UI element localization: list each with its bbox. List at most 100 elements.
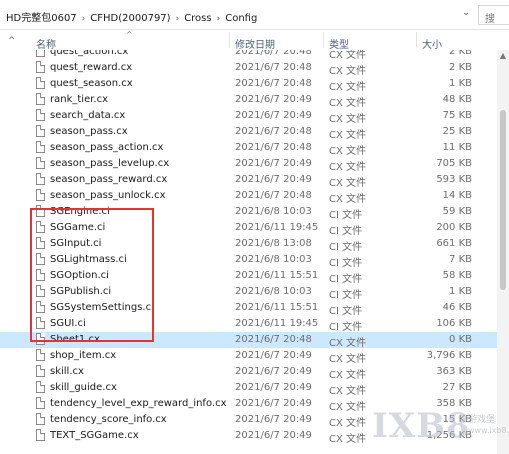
file-modified-date: 2021/6/7 20:49 bbox=[235, 174, 312, 185]
file-size: 1 KB bbox=[449, 286, 472, 297]
file-row[interactable]: SGOption.ci 2021/6/11 15:51 CI 文件 58 KB bbox=[0, 268, 509, 285]
file-modified-date: 2021/6/7 20:49 bbox=[235, 110, 312, 121]
file-modified-date: 2021/6/11 19:45 bbox=[235, 318, 319, 329]
file-modified-date: 2021/6/7 20:48 bbox=[235, 126, 312, 137]
file-name: SGInput.ci bbox=[50, 238, 102, 249]
file-name: quest_action.cx bbox=[50, 50, 129, 57]
breadcrumb-item-cfhd[interactable]: CFHD(2000797) bbox=[90, 13, 170, 24]
file-name: SGGame.ci bbox=[50, 222, 106, 233]
file-modified-date: 2021/6/7 20:49 bbox=[235, 158, 312, 169]
file-row[interactable]: SGEngine.ci 2021/6/8 10:03 CI 文件 59 KB bbox=[0, 204, 509, 221]
file-row[interactable]: season_pass_action.cx 2021/6/7 20:48 CX 文件… bbox=[0, 140, 509, 157]
file-type: CX 文件 bbox=[329, 370, 367, 381]
scroll-up-arrow-icon[interactable]: ▲ bbox=[497, 50, 509, 62]
column-header-size[interactable]: 大小 bbox=[422, 36, 442, 51]
file-size: 2 KB bbox=[449, 50, 472, 57]
file-icon bbox=[36, 77, 45, 89]
file-type: CI 文件 bbox=[329, 226, 363, 237]
file-type: CX 文件 bbox=[329, 98, 367, 109]
file-name: SGLightmass.ci bbox=[50, 254, 127, 265]
file-name: season_pass.cx bbox=[50, 126, 128, 137]
file-name: SGEngine.ci bbox=[50, 206, 110, 217]
file-name: SGSystemSettings.ci bbox=[50, 302, 154, 313]
file-row[interactable]: quest_reward.cx 2021/6/7 20:48 CX 文件 2 KB bbox=[0, 60, 509, 77]
file-size: 593 KB bbox=[436, 174, 472, 185]
file-icon bbox=[36, 189, 45, 201]
file-type: CX 文件 bbox=[329, 338, 367, 349]
file-row[interactable]: quest_season.cx 2021/6/7 20:48 CX 文件 1 KB bbox=[0, 76, 509, 93]
file-row[interactable]: SGUI.ci 2021/6/11 19:45 CI 文件 106 KB bbox=[0, 316, 509, 333]
file-rows: quest_action.cx 2021/6/7 20:48 CX 文件 2 KB qu… bbox=[0, 50, 509, 454]
file-type: CX 文件 bbox=[329, 162, 367, 173]
file-size: 1 KB bbox=[449, 78, 472, 89]
file-size: 27 KB bbox=[442, 382, 472, 393]
file-size: 2 KB bbox=[449, 62, 472, 73]
column-header-type[interactable]: 类型 bbox=[329, 36, 349, 51]
file-name: season_pass_action.cx bbox=[50, 142, 164, 153]
file-row[interactable]: Sheet1.cx 2021/6/7 20:48 CX 文件 0 KB bbox=[0, 332, 509, 349]
column-header-date[interactable]: 修改日期 bbox=[235, 36, 275, 51]
file-row[interactable]: shop_item.cx 2021/6/7 20:49 CX 文件 3,796 KB bbox=[0, 348, 509, 365]
file-type: CX 文件 bbox=[329, 418, 367, 429]
column-divider[interactable] bbox=[229, 32, 230, 48]
file-modified-date: 2021/6/7 20:49 bbox=[235, 430, 312, 441]
file-type: CI 文件 bbox=[329, 274, 363, 285]
file-row[interactable]: SGGame.ci 2021/6/11 19:45 CI 文件 200 KB bbox=[0, 220, 509, 237]
file-row[interactable]: SGLightmass.ci 2021/6/8 10:03 CI 文件 7 KB bbox=[0, 252, 509, 269]
file-row[interactable]: skill.cx 2021/6/7 20:49 CX 文件 363 KB bbox=[0, 364, 509, 381]
file-name: season_pass_levelup.cx bbox=[50, 158, 170, 169]
scrollbar-thumb[interactable] bbox=[500, 110, 506, 290]
file-size: 661 KB bbox=[436, 238, 472, 249]
file-icon bbox=[36, 429, 45, 441]
file-type: CX 文件 bbox=[329, 66, 367, 77]
file-row[interactable]: season_pass_reward.cx 2021/6/7 20:49 CX 文件… bbox=[0, 172, 509, 189]
file-row[interactable]: season_pass_levelup.cx 2021/6/7 20:49 CX 文… bbox=[0, 156, 509, 173]
file-row[interactable]: skill_guide.cx 2021/6/7 20:49 CX 文件 27 KB bbox=[0, 380, 509, 397]
file-icon bbox=[36, 397, 45, 409]
breadcrumb-item-cross[interactable]: Cross bbox=[184, 13, 211, 24]
vertical-scrollbar[interactable]: ▲ bbox=[497, 50, 509, 454]
file-icon bbox=[36, 237, 45, 249]
address-bar[interactable]: HD完整包0607 › CFHD(2000797) › Cross › Config ⌄ 搜 bbox=[0, 0, 509, 30]
file-icon bbox=[36, 109, 45, 121]
file-size: 58 KB bbox=[442, 270, 472, 281]
file-icon bbox=[36, 141, 45, 153]
sort-ascending-icon: ^ bbox=[126, 30, 133, 39]
breadcrumb-item-config[interactable]: Config bbox=[225, 13, 257, 24]
file-row[interactable]: rank_tier.cx 2021/6/7 20:49 CX 文件 48 KB bbox=[0, 92, 509, 109]
breadcrumb: HD完整包0607 › CFHD(2000797) › Cross › Config bbox=[6, 9, 257, 24]
navigate-up-icon[interactable]: ^ bbox=[8, 36, 16, 46]
file-type: CI 文件 bbox=[329, 242, 363, 253]
search-input[interactable]: 搜 bbox=[478, 5, 509, 25]
file-size: 25 KB bbox=[442, 126, 472, 137]
search-placeholder: 搜 bbox=[485, 14, 495, 25]
column-divider[interactable] bbox=[323, 32, 324, 48]
file-type: CX 文件 bbox=[329, 194, 367, 205]
breadcrumb-separator-icon: › bbox=[216, 14, 221, 24]
file-modified-date: 2021/6/11 19:45 bbox=[235, 222, 319, 233]
file-name: rank_tier.cx bbox=[50, 94, 109, 105]
file-row[interactable]: search_data.cx 2021/6/7 20:49 CX 文件 75 KB bbox=[0, 108, 509, 125]
file-icon bbox=[36, 317, 45, 329]
file-name: shop_item.cx bbox=[50, 350, 117, 361]
file-modified-date: 2021/6/7 20:49 bbox=[235, 414, 312, 425]
file-modified-date: 2021/6/8 10:03 bbox=[235, 286, 312, 297]
file-row[interactable]: season_pass_unlock.cx 2021/6/7 20:48 CX 文件… bbox=[0, 188, 509, 205]
address-history-chevron-icon[interactable]: ⌄ bbox=[460, 8, 472, 22]
file-row[interactable]: season_pass.cx 2021/6/7 20:48 CX 文件 25 KB bbox=[0, 124, 509, 141]
file-modified-date: 2021/6/7 20:48 bbox=[235, 190, 312, 201]
breadcrumb-item-hd[interactable]: HD完整包0607 bbox=[6, 13, 77, 24]
file-type: CI 文件 bbox=[329, 210, 363, 221]
file-row[interactable]: quest_action.cx 2021/6/7 20:48 CX 文件 2 KB bbox=[0, 50, 509, 61]
file-size: 363 KB bbox=[436, 366, 472, 377]
file-size: 3,796 KB bbox=[426, 350, 472, 361]
file-icon bbox=[36, 253, 45, 265]
column-header-name[interactable]: 名称 bbox=[36, 36, 56, 51]
file-name: quest_season.cx bbox=[50, 78, 133, 89]
file-icon bbox=[36, 93, 45, 105]
file-row[interactable]: SGInput.ci 2021/6/8 13:08 CI 文件 661 KB bbox=[0, 236, 509, 253]
column-divider[interactable] bbox=[416, 32, 417, 48]
file-row[interactable]: SGSystemSettings.ci 2021/6/11 15:51 CI 文件 4… bbox=[0, 300, 509, 317]
file-icon bbox=[36, 269, 45, 281]
file-row[interactable]: SGPublish.ci 2021/6/8 10:03 CI 文件 1 KB bbox=[0, 284, 509, 301]
